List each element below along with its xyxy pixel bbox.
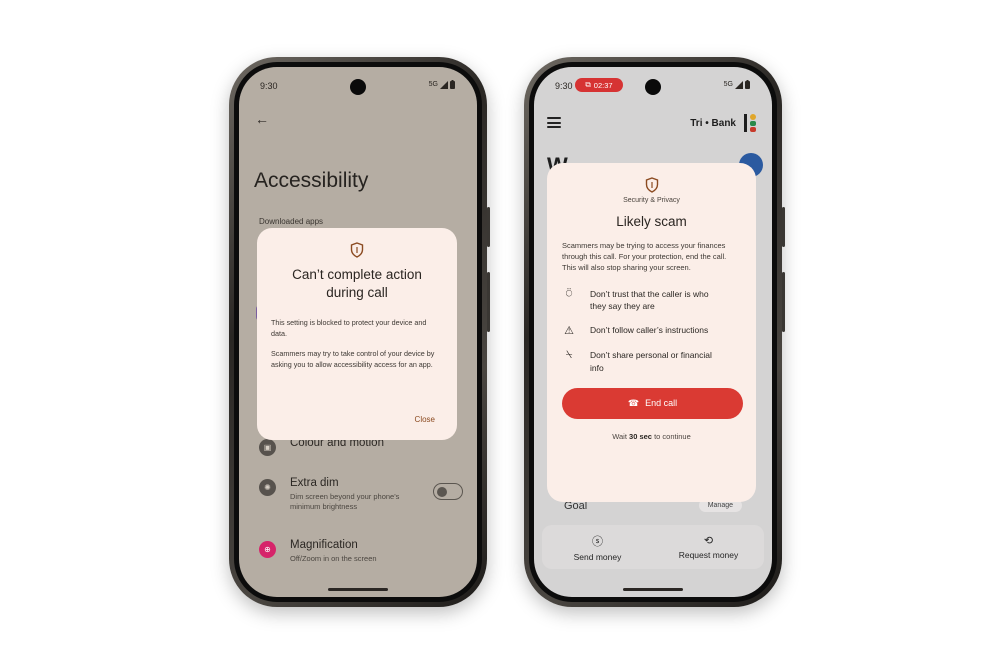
section-label: Downloaded apps (259, 217, 324, 226)
tip-line: they say they are (590, 300, 655, 311)
request-money-icon: ⟲ (703, 535, 714, 547)
dialog-body: Scammers may be trying to access your fi… (562, 241, 727, 272)
phone-left: 9:30 5G ← Accessibility Downloaded apps … (229, 57, 490, 607)
signal-icon (440, 80, 448, 89)
tip-item: ⍀ Don’t share personal or financial info (562, 349, 741, 374)
front-camera (645, 79, 661, 95)
tip-text: Don’t share personal or financial info (590, 349, 712, 374)
row-subtitle: Dim screen beyond your phone's minimum b… (290, 492, 399, 512)
nav-label: Send money (573, 551, 622, 562)
volume-button (782, 207, 785, 247)
tip-text: Don’t trust that the caller is who they … (590, 288, 709, 313)
tip-text: Don’t follow caller’s instructions (590, 324, 708, 336)
row-title: Extra dim (290, 477, 339, 489)
dialog-title: Can’t complete action during call (271, 266, 443, 302)
bank-logo (744, 114, 758, 132)
dialog-category: Security & Privacy (623, 197, 680, 204)
send-money-button[interactable]: ⓢ Send money (542, 525, 653, 569)
subtitle-line: Dim screen beyond your phone's (290, 492, 400, 501)
no-trust-icon: ⍥ (565, 287, 573, 300)
extra-dim-toggle[interactable] (433, 483, 463, 500)
shield-icon (350, 242, 364, 258)
title-line: Can’t complete action (292, 267, 422, 282)
dollar-icon: ⓢ (592, 535, 603, 548)
warning-icon: ⚠ (564, 325, 574, 338)
power-button (487, 272, 490, 332)
dialog-body: Scammers may try to take control of your… (271, 349, 435, 369)
shield-icon (645, 177, 658, 193)
menu-icon[interactable] (547, 117, 561, 128)
status-time: 9:30 (555, 81, 573, 91)
battery-icon (745, 80, 750, 89)
status-icons: 5G (724, 80, 750, 89)
power-button (782, 272, 785, 332)
arrow-left-icon[interactable]: ← (255, 111, 269, 127)
likely-scam-dialog: Security & Privacy Likely scam Scammers … (547, 163, 756, 502)
wait-prefix: Wait (612, 431, 627, 441)
tip-line: Don’t trust that the caller is who (590, 288, 709, 299)
home-indicator[interactable] (623, 588, 683, 591)
status-time: 9:30 (260, 81, 278, 91)
bank-name: Tri • Bank (690, 118, 736, 129)
blocked-action-dialog: Can’t complete action during call This s… (257, 228, 457, 440)
palette-icon: ▣ (259, 439, 276, 456)
home-indicator[interactable] (328, 588, 388, 591)
nav-label: Request money (678, 550, 739, 560)
battery-icon (450, 80, 455, 89)
signal-icon (735, 80, 743, 89)
screen-share-icon: ⧉ (585, 80, 591, 89)
close-button[interactable]: Close (415, 415, 435, 424)
phone-hangup-icon: ☎ (627, 397, 640, 408)
tip-line: info (590, 362, 604, 373)
bank-app-screen: 9:30 5G ⧉ 02:37 Tri • Bank W (534, 67, 772, 597)
bottom-nav: ⓢ Send money ⟲ Request money (542, 525, 764, 569)
accessibility-screen: 9:30 5G ← Accessibility Downloaded apps … (239, 67, 477, 597)
end-call-button[interactable]: ☎ End call (562, 387, 743, 419)
wait-time: 30 sec (629, 431, 652, 441)
extra-dim-icon: ✺ (259, 479, 276, 496)
status-icons: 5G (429, 80, 455, 89)
tip-line: Don’t share personal or financial (590, 350, 712, 361)
wait-suffix: to continue (654, 431, 691, 441)
network-label: 5G (723, 81, 733, 88)
tip-line: Don’t follow caller’s instructions (590, 325, 709, 336)
tip-item: ⍥ Don’t trust that the caller is who the… (562, 288, 741, 313)
settings-row-magnification[interactable]: ⊕ Magnification Off/Zoom in on the scree… (259, 539, 463, 564)
phone-right: 9:30 5G ⧉ 02:37 Tri • Bank W (524, 57, 785, 607)
dialog-title: Likely scam (616, 214, 687, 229)
no-share-icon: ⍀ (565, 349, 573, 362)
volume-button (487, 207, 490, 247)
dialog-body: This setting is blocked to protect your … (271, 318, 427, 338)
tip-item: ⚠ Don’t follow caller’s instructions (562, 324, 741, 337)
title-line: during call (326, 285, 388, 301)
request-money-button[interactable]: ⟲ Request money (653, 525, 764, 569)
toggle-knob (437, 486, 447, 497)
network-label: 5G (428, 81, 438, 88)
magnification-icon: ⊕ (259, 541, 276, 558)
subtitle-line: minimum brightness (290, 502, 358, 512)
settings-row-extra-dim[interactable]: ✺ Extra dim Dim screen beyond your phone… (259, 477, 463, 512)
call-timer: 02:37 (593, 80, 613, 90)
page-title: Accessibility (254, 169, 369, 192)
row-title: Magnification (290, 539, 358, 551)
row-subtitle: Off/Zoom in on the screen (290, 554, 377, 563)
end-call-label: End call (645, 398, 678, 409)
call-timer-pill[interactable]: ⧉ 02:37 (575, 78, 623, 92)
front-camera (350, 79, 366, 95)
wait-text: Wait 30 sec to continue (562, 432, 741, 441)
